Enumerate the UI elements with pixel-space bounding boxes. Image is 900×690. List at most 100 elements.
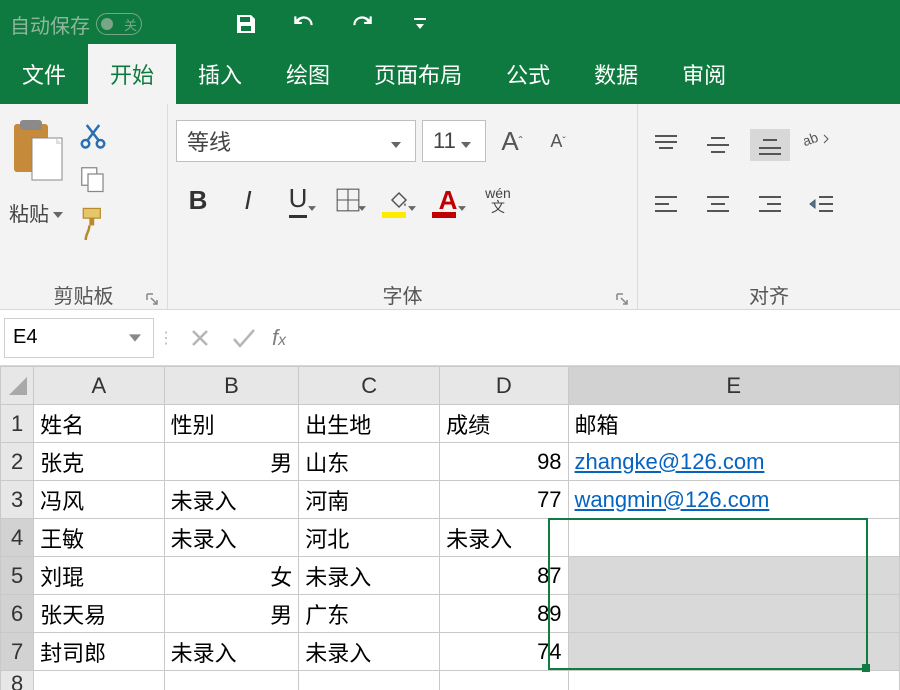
cell-C1[interactable]: 出生地 [299, 405, 440, 443]
align-center-icon[interactable] [698, 188, 738, 220]
undo-icon[interactable] [290, 10, 318, 38]
name-box[interactable]: E4 [4, 318, 154, 358]
cell-C7[interactable]: 未录入 [299, 633, 440, 671]
cell-D8[interactable] [440, 671, 568, 690]
paste-icon[interactable] [8, 116, 68, 192]
tab-formulas[interactable]: 公式 [484, 44, 572, 104]
tab-insert[interactable]: 插入 [176, 44, 264, 104]
select-all-corner[interactable] [1, 367, 34, 405]
tab-page-layout[interactable]: 页面布局 [352, 44, 484, 104]
align-right-icon[interactable] [750, 188, 790, 220]
cell-B1[interactable]: 性别 [164, 405, 299, 443]
font-size-combo[interactable]: 11 [422, 120, 486, 162]
cell-E8[interactable] [568, 671, 899, 690]
align-left-icon[interactable] [646, 188, 686, 220]
row-header-8[interactable]: 8 [1, 671, 34, 690]
row-header-6[interactable]: 6 [1, 595, 34, 633]
paste-button[interactable]: 粘贴 [9, 198, 67, 227]
row-header-3[interactable]: 3 [1, 481, 34, 519]
row-header-1[interactable]: 1 [1, 405, 34, 443]
cell-A5[interactable]: 刘琨 [34, 557, 165, 595]
borders-button[interactable] [326, 180, 370, 220]
font-color-button[interactable]: A [426, 180, 470, 220]
align-middle-icon[interactable] [698, 129, 738, 161]
cell-C6[interactable]: 广东 [299, 595, 440, 633]
copy-icon[interactable] [76, 162, 110, 196]
cell-A4[interactable]: 王敏 [34, 519, 165, 557]
col-header-E[interactable]: E [568, 367, 899, 405]
cell-A2[interactable]: 张克 [34, 443, 165, 481]
col-header-C[interactable]: C [299, 367, 440, 405]
format-painter-icon[interactable] [76, 206, 110, 240]
fill-color-button[interactable] [376, 180, 420, 220]
cell-A3[interactable]: 冯风 [34, 481, 165, 519]
cell-E6[interactable] [568, 595, 899, 633]
spreadsheet[interactable]: ABCDE1姓名性别出生地成绩邮箱2张克男山东98zhangke@126.com… [0, 366, 900, 690]
cell-B6[interactable]: 男 [164, 595, 299, 633]
cell-A1[interactable]: 姓名 [34, 405, 165, 443]
cell-E3[interactable]: wangmin@126.com [568, 481, 899, 519]
enter-formula-icon[interactable] [222, 318, 266, 358]
redo-icon[interactable] [348, 10, 376, 38]
autosave-switch[interactable]: 关 [96, 13, 142, 35]
cell-E1[interactable]: 邮箱 [568, 405, 899, 443]
cell-D4[interactable]: 未录入 [440, 519, 568, 557]
cell-D2[interactable]: 98 [440, 443, 568, 481]
tab-draw[interactable]: 绘图 [264, 44, 352, 104]
cell-C5[interactable]: 未录入 [299, 557, 440, 595]
cell-C2[interactable]: 山东 [299, 443, 440, 481]
tab-file[interactable]: 文件 [0, 44, 88, 104]
cell-B5[interactable]: 女 [164, 557, 299, 595]
row-header-5[interactable]: 5 [1, 557, 34, 595]
increase-font-icon[interactable]: Aˆ [492, 120, 532, 162]
decrease-indent-icon[interactable] [802, 188, 842, 220]
cell-A7[interactable]: 封司郎 [34, 633, 165, 671]
cell-B4[interactable]: 未录入 [164, 519, 299, 557]
cut-icon[interactable] [76, 118, 110, 152]
align-bottom-icon[interactable] [750, 129, 790, 161]
cell-D3[interactable]: 77 [440, 481, 568, 519]
orientation-icon[interactable]: ab [802, 124, 832, 166]
cell-A6[interactable]: 张天易 [34, 595, 165, 633]
cancel-formula-icon[interactable] [178, 318, 222, 358]
cell-B2[interactable]: 男 [164, 443, 299, 481]
decrease-font-icon[interactable]: Aˇ [538, 120, 578, 162]
save-icon[interactable] [232, 10, 260, 38]
row-header-2[interactable]: 2 [1, 443, 34, 481]
col-header-A[interactable]: A [34, 367, 165, 405]
cell-A8[interactable] [34, 671, 165, 690]
cell-B8[interactable] [164, 671, 299, 690]
underline-button[interactable]: U [276, 180, 320, 220]
cell-D7[interactable]: 74 [440, 633, 568, 671]
row-header-4[interactable]: 4 [1, 519, 34, 557]
cell-C3[interactable]: 河南 [299, 481, 440, 519]
autosave-toggle[interactable]: 自动保存 关 [10, 10, 142, 39]
cell-E7[interactable] [568, 633, 899, 671]
phonetic-guide-button[interactable]: wén 文 [476, 180, 520, 220]
tab-home[interactable]: 开始 [88, 44, 176, 104]
cell-B7[interactable]: 未录入 [164, 633, 299, 671]
bold-button[interactable]: B [176, 180, 220, 220]
cell-B3[interactable]: 未录入 [164, 481, 299, 519]
cell-E5[interactable] [568, 557, 899, 595]
tab-review[interactable]: 审阅 [660, 44, 748, 104]
col-header-B[interactable]: B [164, 367, 299, 405]
cell-C4[interactable]: 河北 [299, 519, 440, 557]
cell-D5[interactable]: 87 [440, 557, 568, 595]
insert-function-icon[interactable]: fx [272, 325, 286, 351]
cell-D1[interactable]: 成绩 [440, 405, 568, 443]
cell-E2[interactable]: zhangke@126.com [568, 443, 899, 481]
align-top-icon[interactable] [646, 129, 686, 161]
tab-data[interactable]: 数据 [572, 44, 660, 104]
cell-C8[interactable] [299, 671, 440, 690]
font-name-combo[interactable]: 等线 [176, 120, 416, 162]
italic-button[interactable]: I [226, 180, 270, 220]
qat-customize-icon[interactable] [406, 10, 434, 38]
cell-E4[interactable] [568, 519, 899, 557]
formula-input[interactable] [286, 318, 900, 358]
dialog-launcher-icon[interactable] [615, 289, 631, 305]
dialog-launcher-icon[interactable] [145, 289, 161, 305]
col-header-D[interactable]: D [440, 367, 568, 405]
cell-D6[interactable]: 89 [440, 595, 568, 633]
row-header-7[interactable]: 7 [1, 633, 34, 671]
